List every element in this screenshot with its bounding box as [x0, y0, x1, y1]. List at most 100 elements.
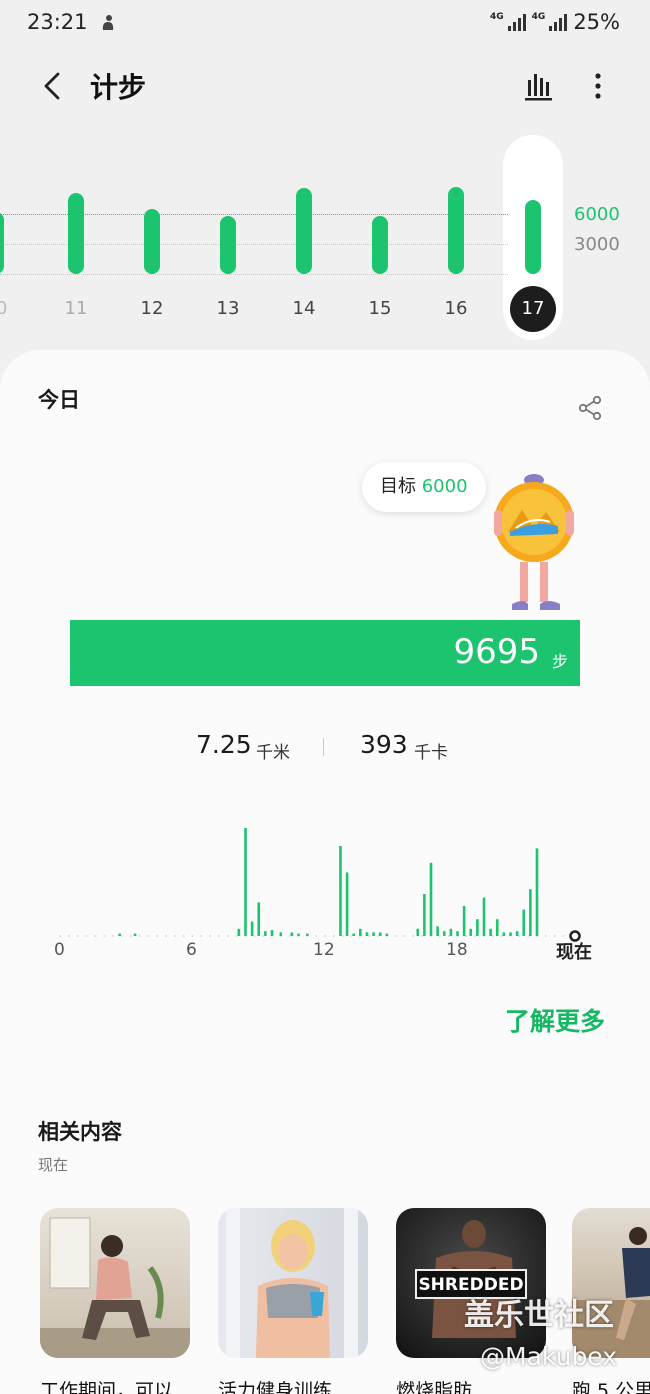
signal-icon-2: 4G	[532, 13, 568, 31]
week-day-label-16[interactable]: 16	[436, 298, 476, 319]
baseline-dot	[368, 935, 371, 937]
signal-icon-1: 4G	[490, 13, 526, 31]
hour-bar	[306, 933, 309, 936]
baseline-dot	[147, 935, 150, 937]
baseline-dot	[165, 935, 167, 937]
status-bar: 23:21 4G 4G 25%	[0, 0, 650, 46]
hour-bar	[423, 894, 426, 936]
related-item-3-image[interactable]: SHREDDED	[396, 1208, 546, 1358]
week-bar-day-11[interactable]	[68, 193, 84, 274]
weekly-steps-chart[interactable]: 6000 3000 17 10 11 12 13 14 15 16	[0, 130, 650, 340]
baseline-dot	[377, 935, 379, 937]
baseline-dot	[332, 935, 335, 937]
hour-bar	[385, 933, 389, 936]
hour-bar	[515, 931, 519, 936]
hour-bar	[429, 862, 433, 936]
hour-bar	[250, 921, 254, 936]
more-options-icon[interactable]	[586, 68, 610, 104]
week-day-label-10[interactable]: 10	[0, 298, 16, 319]
week-day-label-14[interactable]: 14	[284, 298, 324, 319]
week-bar-day-10[interactable]	[0, 212, 4, 274]
distance-value: 7.25	[196, 730, 252, 759]
learn-more-link[interactable]: 了解更多	[505, 1002, 605, 1038]
hour-bar	[290, 932, 294, 936]
notification-icon	[102, 15, 114, 30]
baseline-dot	[209, 935, 212, 937]
watermark-community: 盖乐世社区	[464, 1298, 614, 1333]
week-day-label-13[interactable]: 13	[208, 298, 248, 319]
baseline-dot	[465, 935, 468, 937]
distance-unit: 千米	[256, 743, 290, 763]
baseline-dot	[527, 935, 530, 937]
week-day-label-15[interactable]: 15	[360, 298, 400, 319]
week-bar-day-13[interactable]	[220, 216, 236, 274]
week-day-label-12[interactable]: 12	[132, 298, 172, 319]
week-bar-day-17[interactable]	[525, 200, 541, 274]
hour-bar	[436, 926, 439, 936]
back-arrow-icon[interactable]	[34, 66, 74, 106]
baseline-dot	[226, 935, 229, 937]
baseline-dot	[218, 935, 220, 937]
baseline-dot	[112, 935, 114, 937]
baseline-dot	[394, 935, 397, 937]
hour-bar	[476, 919, 479, 936]
week-bar-day-12[interactable]	[144, 209, 160, 274]
hour-tick-18: 18	[446, 940, 468, 960]
baseline-dot	[341, 935, 344, 937]
baseline-dot	[59, 935, 61, 937]
hour-bar	[345, 872, 349, 936]
calories-value: 393	[360, 730, 408, 759]
hour-bar	[495, 919, 499, 936]
hour-bar	[535, 848, 539, 936]
share-icon[interactable]	[576, 394, 604, 422]
baseline-dot	[156, 935, 159, 937]
baseline-dot	[553, 935, 556, 937]
related-item-2-label[interactable]: 活力健身训练	[218, 1376, 332, 1394]
related-item-4-label[interactable]: 跑 5 公里	[572, 1376, 650, 1394]
hour-bar	[257, 902, 261, 936]
baseline-dot	[235, 935, 238, 937]
baseline-dot	[412, 935, 415, 937]
baseline-dot	[120, 935, 123, 937]
hour-bar	[442, 931, 446, 936]
baseline-dot	[138, 935, 141, 937]
week-bar-day-16[interactable]	[448, 187, 464, 274]
hour-bar	[365, 932, 369, 936]
steps-progress-bar: 9695 步	[70, 620, 580, 686]
related-content-subtitle: 现在	[38, 1156, 69, 1174]
calories-unit: 千卡	[414, 743, 448, 763]
hour-bar	[502, 932, 506, 936]
related-item-4-image[interactable]	[572, 1208, 650, 1358]
baseline-dot	[76, 935, 79, 937]
week-day-label-11[interactable]: 11	[56, 298, 96, 319]
baseline-dot	[474, 935, 477, 937]
week-bar-day-15[interactable]	[372, 216, 388, 274]
bar-chart-icon[interactable]	[520, 68, 556, 104]
baseline-dot	[182, 935, 185, 937]
week-bar-day-14[interactable]	[296, 188, 312, 274]
watermark-author: @Makubex	[480, 1342, 618, 1371]
related-item-3-label[interactable]: 燃烧脂肪	[396, 1376, 472, 1394]
hour-bar	[244, 828, 247, 936]
baseline-dot	[200, 935, 203, 937]
related-item-2-image[interactable]	[218, 1208, 368, 1358]
baseline-dot	[544, 935, 547, 937]
hour-bar	[469, 928, 473, 936]
baseline-dot	[315, 935, 318, 937]
hour-bar	[449, 928, 453, 936]
related-content-title: 相关内容	[38, 1120, 122, 1144]
battery-level: 25%	[573, 10, 620, 34]
goal-value: 6000	[421, 476, 468, 497]
hour-bar	[416, 928, 420, 936]
hour-tick-0: 0	[54, 940, 65, 960]
page-title: 计步	[90, 71, 147, 104]
hour-bar	[237, 928, 241, 936]
hour-bar	[118, 933, 121, 936]
status-icons: 4G 4G 25%	[490, 10, 620, 34]
related-item-1-label[interactable]: 工作期间，可以	[40, 1376, 173, 1394]
baseline-dot	[103, 935, 106, 937]
hour-bar	[264, 931, 267, 936]
app-bar: 计步	[0, 56, 650, 116]
related-item-1-image[interactable]	[40, 1208, 190, 1358]
selected-day-label[interactable]: 17	[510, 286, 556, 332]
